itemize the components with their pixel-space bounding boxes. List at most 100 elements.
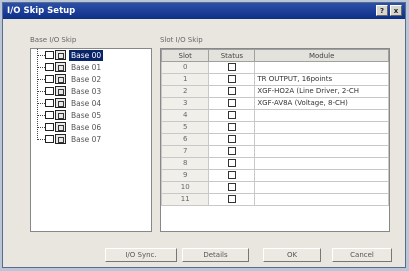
status-checkbox[interactable] xyxy=(227,159,236,167)
module-cell: XGF-HO2A (Line Driver, 2-CH xyxy=(254,85,389,98)
help-button[interactable]: ? xyxy=(376,5,388,16)
status-checkbox[interactable] xyxy=(227,195,236,203)
base-module-icon xyxy=(55,86,66,96)
tree-branch-line xyxy=(37,67,45,68)
base-label: Base 03 xyxy=(71,87,102,96)
status-cell xyxy=(208,85,256,98)
module-cell xyxy=(254,121,389,134)
status-cell xyxy=(208,97,256,110)
status-checkbox[interactable] xyxy=(227,99,236,107)
slot-row[interactable]: 3 XGF-AV8A (Voltage, 8-CH) xyxy=(160,97,389,110)
tree-branch-line xyxy=(37,127,45,128)
checkbox-icon[interactable] xyxy=(45,63,54,71)
slot-number: 7 xyxy=(160,145,210,158)
slot-row[interactable]: 6 xyxy=(160,133,389,146)
base-label: Base 05 xyxy=(71,111,102,120)
details-button[interactable]: Details xyxy=(182,248,249,262)
slot-number: 9 xyxy=(160,169,210,182)
slot-row[interactable]: 0 xyxy=(160,61,389,74)
base-tree: Base 00 Base 01 Base 02 Base 03 Base 04 Base … xyxy=(30,48,152,232)
base-tree-item[interactable]: Base 02 xyxy=(31,74,151,85)
slot-row[interactable]: 8 xyxy=(160,157,389,170)
ok-button[interactable]: OK xyxy=(263,248,321,262)
slot-number: 11 xyxy=(160,193,210,206)
checkbox-icon[interactable] xyxy=(45,51,54,59)
slot-row[interactable]: 5 xyxy=(160,121,389,134)
module-cell xyxy=(254,193,389,206)
slot-number: 1 xyxy=(160,73,210,86)
base-module-icon xyxy=(55,62,66,72)
status-checkbox[interactable] xyxy=(227,135,236,143)
status-cell xyxy=(208,121,256,134)
base-module-icon xyxy=(55,122,66,132)
status-cell xyxy=(208,169,256,182)
column-header-status[interactable]: Status xyxy=(208,49,256,62)
slot-row[interactable]: 4 xyxy=(160,109,389,122)
module-cell xyxy=(254,109,389,122)
status-cell xyxy=(208,73,256,86)
slot-number: 0 xyxy=(160,61,210,74)
base-io-skip-label: Base I/O Skip xyxy=(30,36,77,44)
status-checkbox[interactable] xyxy=(227,183,236,191)
tree-branch-line xyxy=(37,103,45,104)
base-tree-item[interactable]: Base 03 xyxy=(31,86,151,97)
module-cell xyxy=(254,181,389,194)
base-module-icon xyxy=(55,134,66,144)
slot-io-skip-label: Slot I/O Skip xyxy=(160,36,203,44)
close-button[interactable]: x xyxy=(390,5,402,16)
status-cell xyxy=(208,193,256,206)
cancel-button[interactable]: Cancel xyxy=(332,248,392,262)
status-checkbox[interactable] xyxy=(227,75,236,83)
column-header-slot[interactable]: Slot xyxy=(160,49,210,62)
checkbox-icon[interactable] xyxy=(45,87,54,95)
module-cell xyxy=(254,157,389,170)
status-checkbox[interactable] xyxy=(227,123,236,131)
base-tree-item[interactable]: Base 00 xyxy=(31,50,151,61)
module-cell: TR OUTPUT, 16points xyxy=(254,73,389,86)
tree-branch-line xyxy=(37,79,45,80)
slot-row[interactable]: 2 XGF-HO2A (Line Driver, 2-CH xyxy=(160,85,389,98)
checkbox-icon[interactable] xyxy=(45,99,54,107)
base-label: Base 00 xyxy=(69,50,104,61)
slot-row[interactable]: 9 xyxy=(160,169,389,182)
slot-number: 10 xyxy=(160,181,210,194)
base-module-icon xyxy=(55,74,66,84)
base-tree-item[interactable]: Base 04 xyxy=(31,98,151,109)
status-cell xyxy=(208,109,256,122)
module-cell xyxy=(254,169,389,182)
slot-row[interactable]: 11 xyxy=(160,193,389,206)
base-label: Base 07 xyxy=(71,135,102,144)
slot-number: 8 xyxy=(160,157,210,170)
checkbox-icon[interactable] xyxy=(45,123,54,131)
io-sync-button[interactable]: I/O Sync. xyxy=(105,248,177,262)
slot-number: 6 xyxy=(160,133,210,146)
module-cell xyxy=(254,133,389,146)
status-checkbox[interactable] xyxy=(227,63,236,71)
tree-branch-line xyxy=(37,115,45,116)
column-header-module[interactable]: Module xyxy=(254,49,389,62)
status-checkbox[interactable] xyxy=(227,147,236,155)
status-checkbox[interactable] xyxy=(227,87,236,95)
tree-branch-line xyxy=(37,55,45,56)
base-module-icon xyxy=(55,110,66,120)
slot-row[interactable]: 10 xyxy=(160,181,389,194)
checkbox-icon[interactable] xyxy=(45,75,54,83)
checkbox-icon[interactable] xyxy=(45,111,54,119)
base-tree-item[interactable]: Base 01 xyxy=(31,62,151,73)
base-tree-item[interactable]: Base 06 xyxy=(31,122,151,133)
slot-number: 2 xyxy=(160,85,210,98)
checkbox-icon[interactable] xyxy=(45,135,54,143)
tree-branch-line xyxy=(37,139,45,140)
base-label: Base 04 xyxy=(71,99,102,108)
title-bar: I/O Skip Setup ? x xyxy=(3,3,405,19)
slot-row[interactable]: 7 xyxy=(160,145,389,158)
status-checkbox[interactable] xyxy=(227,111,236,119)
status-cell xyxy=(208,145,256,158)
status-checkbox[interactable] xyxy=(227,171,236,179)
base-tree-item[interactable]: Base 05 xyxy=(31,110,151,121)
base-tree-item[interactable]: Base 07 xyxy=(31,134,151,145)
window-title: I/O Skip Setup xyxy=(7,6,76,16)
slot-row[interactable]: 1 TR OUTPUT, 16points xyxy=(160,73,389,86)
module-cell xyxy=(254,61,389,74)
status-cell xyxy=(208,157,256,170)
